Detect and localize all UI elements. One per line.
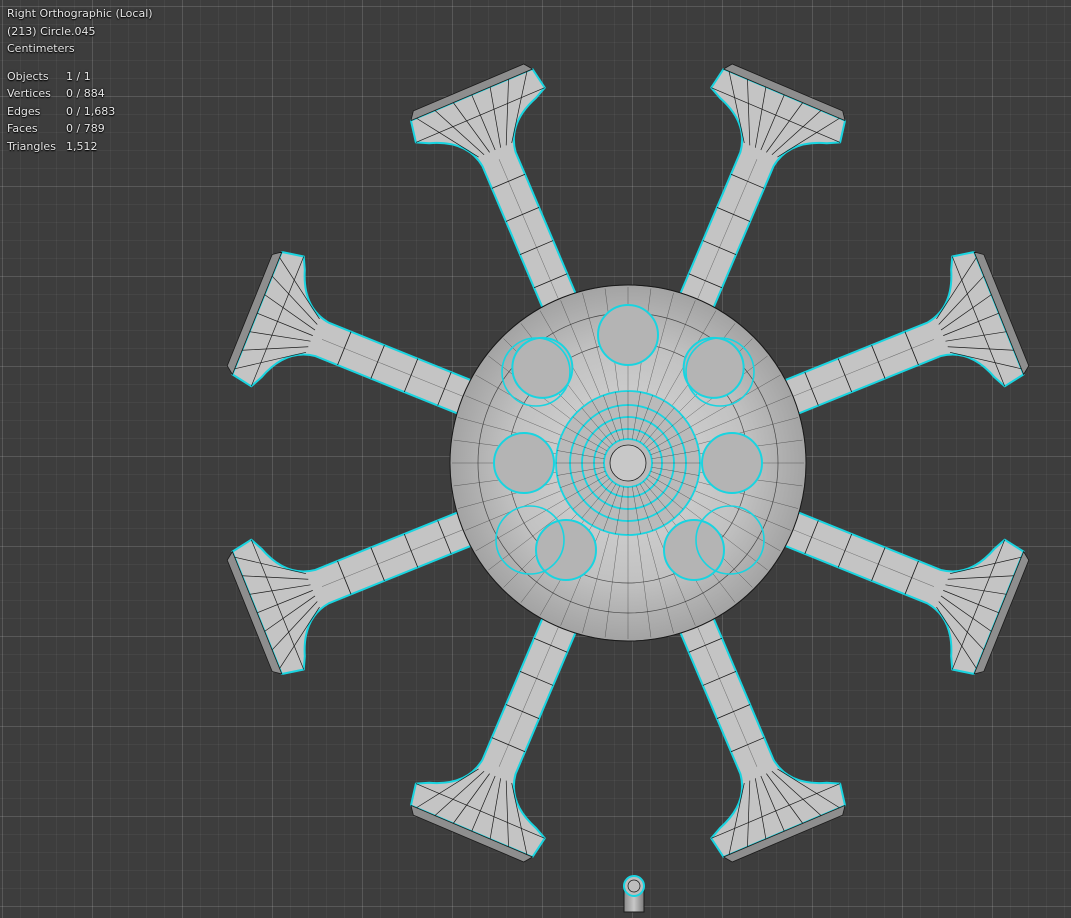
stat-row-vertices: Vertices 0 / 884 — [7, 85, 153, 103]
unit-system: Centimeters — [7, 42, 75, 55]
stat-value: 0 / 884 — [66, 87, 105, 100]
viewport-text-overlay: Right Orthographic (Local) (213) Circle.… — [7, 5, 153, 155]
stat-label: Objects — [7, 69, 49, 83]
stat-row-faces: Faces 0 / 789 — [7, 120, 153, 138]
object-name: (213) Circle.045 — [7, 24, 96, 38]
stat-row-triangles: Triangles 1,512 — [7, 138, 153, 156]
scene-statistics: Objects 1 / 1 Vertices 0 / 884 Edges 0 /… — [7, 68, 153, 156]
3d-viewport[interactable]: Right Orthographic (Local) (213) Circle.… — [0, 0, 1071, 918]
stat-label: Faces — [7, 122, 38, 135]
stat-value: 1 / 1 — [66, 69, 91, 83]
hub-group — [449, 284, 807, 642]
stat-value: 1,512 — [66, 139, 98, 153]
stat-row-objects: Objects 1 / 1 — [7, 68, 153, 86]
mesh-object-wheel[interactable] — [0, 0, 1071, 918]
stat-label: Triangles — [7, 139, 56, 153]
stat-label: Edges — [7, 104, 41, 118]
stat-row-edges: Edges 0 / 1,683 — [7, 103, 153, 121]
view-name: Right Orthographic (Local) — [7, 7, 153, 20]
stat-value: 0 / 1,683 — [66, 104, 116, 118]
pin-object — [623, 875, 645, 913]
stat-value: 0 / 789 — [66, 122, 105, 135]
stat-label: Vertices — [7, 87, 51, 100]
